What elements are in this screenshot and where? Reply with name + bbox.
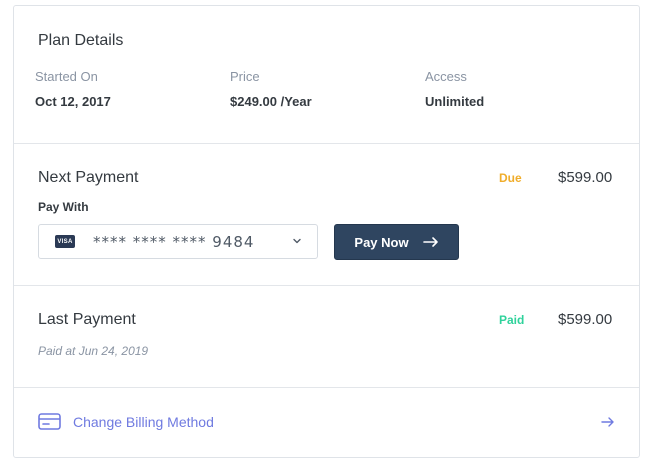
pay-with-label: Pay With — [38, 200, 89, 214]
last-payment-title: Last Payment — [38, 311, 136, 328]
price-label: Price — [230, 69, 260, 84]
visa-icon: VISA — [55, 235, 75, 248]
change-billing-method-link[interactable]: Change Billing Method — [38, 413, 214, 430]
chevron-down-icon — [293, 238, 301, 244]
last-payment-amount: $599.00 — [558, 311, 613, 328]
plan-details-title: Plan Details — [38, 32, 124, 49]
card-number: **** **** **** 9484 — [93, 232, 255, 251]
due-status-badge: Due — [499, 171, 522, 185]
started-on-label: Started On — [35, 69, 98, 84]
pay-now-button[interactable]: Pay Now — [334, 224, 459, 260]
access-value: Unlimited — [425, 94, 485, 109]
arrow-right-icon[interactable] — [601, 415, 615, 429]
payment-card-select[interactable]: VISA **** **** **** 9484 — [38, 224, 318, 259]
plan-details-section: Plan Details Started On Oct 12, 2017 Pri… — [14, 6, 639, 144]
next-payment-section: Next Payment Due $599.00 Pay With VISA *… — [14, 143, 639, 286]
arrow-right-icon — [422, 237, 438, 247]
started-on-value: Oct 12, 2017 — [35, 94, 111, 109]
last-payment-section: Last Payment Paid $599.00 Paid at Jun 24… — [14, 285, 639, 388]
access-label: Access — [425, 69, 467, 84]
billing-method-section: Change Billing Method — [14, 387, 639, 458]
next-payment-title: Next Payment — [38, 169, 139, 186]
price-value: $249.00 /Year — [230, 94, 312, 109]
change-billing-method-label: Change Billing Method — [73, 413, 214, 430]
plan-card: Plan Details Started On Oct 12, 2017 Pri… — [13, 5, 640, 458]
pay-now-label: Pay Now — [354, 234, 409, 250]
next-payment-amount: $599.00 — [558, 169, 613, 186]
paid-at-text: Paid at Jun 24, 2019 — [38, 344, 149, 358]
credit-card-icon — [38, 413, 61, 430]
paid-status-badge: Paid — [499, 313, 525, 327]
